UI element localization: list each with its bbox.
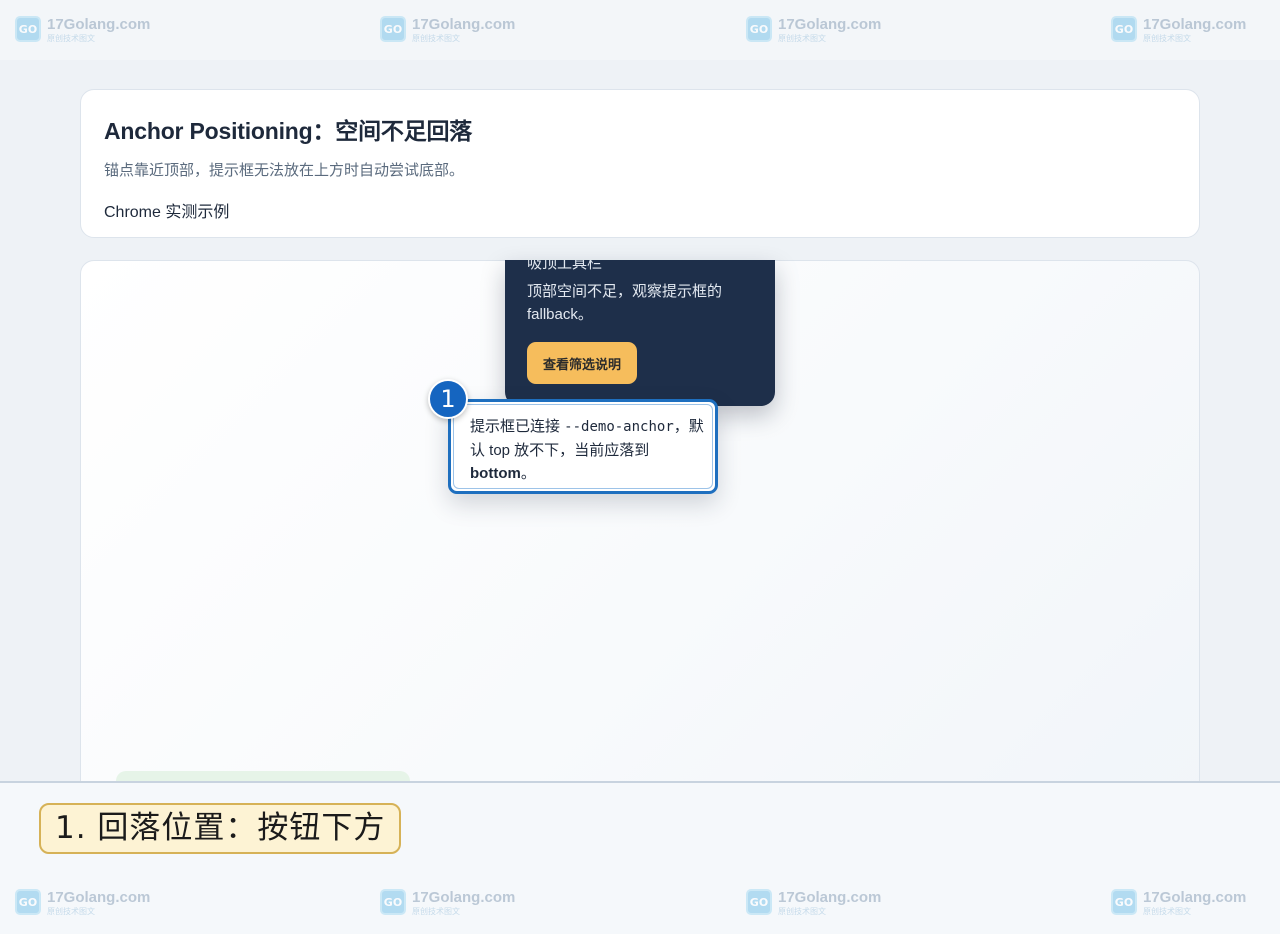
watermark-site: 17Golang.com [778,16,882,33]
watermark-site: 17Golang.com [1143,16,1247,33]
tooltip-text: 提示框已连接 --demo-anchor，默认 top 放不下，当前应落到 bo… [470,415,706,485]
watermark: GO 17Golang.com 原创技术图文 [746,16,881,43]
watermark-subtitle: 原创技术图文 [778,34,826,43]
watermark-site: 17Golang.com [412,16,516,33]
watermark-bar-top: GO 17Golang.com 原创技术图文 GO 17Golang.com 原… [0,0,1280,60]
watermark-subtitle: 原创技术图文 [778,907,826,916]
logo-icon: GO [380,16,406,42]
watermark: GO 17Golang.com 原创技术图文 [380,889,515,916]
watermark: GO 17Golang.com 原创技术图文 [15,889,150,916]
logo-icon: GO [746,16,772,42]
page-title: Anchor Positioning：空间不足回落 [104,118,473,144]
tooltip-text-after: 。 [520,465,536,482]
anchored-tooltip: 提示框已连接 --demo-anchor，默认 top 放不下，当前应落到 bo… [448,399,718,494]
watermark: GO 17Golang.com 原创技术图文 [15,16,150,43]
watermark-site: 17Golang.com [778,889,882,906]
watermark-subtitle: 原创技术图文 [412,907,460,916]
sticky-toolbar-panel: 吸顶工具栏 顶部空间不足，观察提示框的 fallback。 查看筛选说明 [505,260,775,406]
watermark-bar-bottom: GO 17Golang.com 原创技术图文 GO 17Golang.com 原… [0,874,1280,934]
filter-info-button[interactable]: 查看筛选说明 [527,342,638,384]
watermark-subtitle: 原创技术图文 [1143,907,1191,916]
watermark: GO 17Golang.com 原创技术图文 [380,16,515,43]
watermark-subtitle: 原创技术图文 [412,34,460,43]
watermark-site: 17Golang.com [1143,889,1247,906]
page-note: Chrome 实测示例 [104,204,230,221]
tooltip-bold-position: bottom [470,465,521,482]
panel-description: 顶部空间不足，观察提示框的 fallback。 [527,283,723,323]
step-caption: 1. 回落位置：按钮下方 [39,803,402,854]
header-card: Anchor Positioning：空间不足回落 锚点靠近顶部，提示框无法放在… [80,89,1200,238]
panel-title: 吸顶工具栏 [527,260,603,272]
watermark-site: 17Golang.com [47,889,151,906]
logo-icon: GO [1111,16,1137,42]
tooltip-anchor-code: --demo-anchor [564,419,674,435]
tooltip-text-before: 提示框已连接 [470,418,565,435]
logo-icon: GO [15,889,41,915]
page-description: 锚点靠近顶部，提示框无法放在上方时自动尝试底部。 [104,162,465,179]
watermark: GO 17Golang.com 原创技术图文 [1111,16,1246,43]
watermark: GO 17Golang.com 原创技术图文 [1111,889,1246,916]
watermark-site: 17Golang.com [47,16,151,33]
logo-icon: GO [1111,889,1137,915]
watermark-subtitle: 原创技术图文 [47,907,95,916]
caption-bar: 1. 回落位置：按钮下方 [0,781,1280,874]
watermark-subtitle: 原创技术图文 [47,34,95,43]
logo-icon: GO [15,16,41,42]
watermark: GO 17Golang.com 原创技术图文 [746,889,881,916]
step-badge: 1 [428,379,468,419]
watermark-site: 17Golang.com [412,889,516,906]
logo-icon: GO [380,889,406,915]
watermark-subtitle: 原创技术图文 [1143,34,1191,43]
logo-icon: GO [746,889,772,915]
